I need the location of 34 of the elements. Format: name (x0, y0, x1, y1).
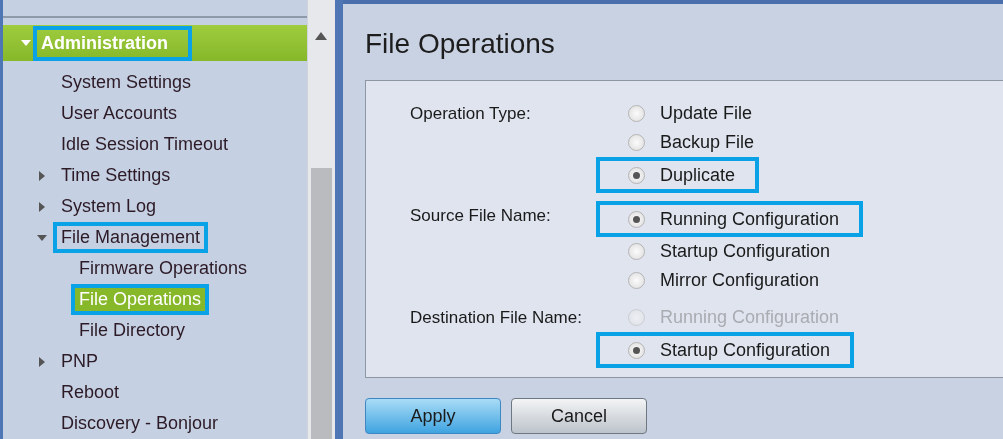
sidebar-item[interactable]: User Accounts (53, 98, 186, 129)
radio-button[interactable] (628, 341, 645, 359)
sidebar-item[interactable]: Time Settings (53, 160, 179, 191)
radio-option[interactable]: Running Configuration (596, 201, 864, 237)
sidebar-item[interactable]: Firmware Operations (71, 253, 256, 284)
radio-button[interactable] (628, 243, 645, 260)
sidebar-item[interactable]: File Directory (71, 315, 193, 346)
sidebar-item[interactable]: Idle Session Timeout (53, 129, 237, 160)
field-label: Destination File Name: (410, 307, 583, 329)
sidebar-item[interactable]: PNP (53, 346, 106, 377)
radio-button[interactable] (628, 105, 645, 122)
field-label: Source File Name: (410, 205, 552, 227)
radio-option[interactable]: Mirror Configuration (596, 266, 844, 295)
radio-button[interactable] (628, 210, 645, 228)
sidebar-item[interactable]: Discovery - Bonjour (53, 408, 227, 439)
radio-button[interactable] (628, 272, 645, 289)
field-label: Operation Type: (410, 103, 532, 125)
apply-button[interactable]: Apply (365, 398, 501, 434)
sidebar-item[interactable]: File Management (53, 222, 209, 253)
radio-option[interactable]: Startup Configuration (596, 237, 855, 266)
page-title: File Operations (365, 28, 556, 60)
radio-option[interactable]: Duplicate (596, 157, 760, 193)
radio-option[interactable]: Startup Configuration (596, 332, 855, 368)
cancel-button[interactable]: Cancel (511, 398, 647, 434)
radio-button[interactable] (628, 166, 645, 184)
sidebar-item[interactable]: System Log (53, 191, 165, 222)
radio-button[interactable] (628, 134, 645, 151)
scrollbar-thumb[interactable] (311, 168, 332, 439)
radio-option[interactable]: Backup File (596, 128, 779, 157)
radio-option[interactable]: Update File (596, 99, 777, 128)
sidebar-item[interactable]: System Settings (53, 67, 200, 98)
scrollbar[interactable] (307, 0, 335, 439)
sidebar-item[interactable]: Reboot (53, 377, 128, 408)
scroll-up-icon[interactable] (315, 32, 328, 40)
